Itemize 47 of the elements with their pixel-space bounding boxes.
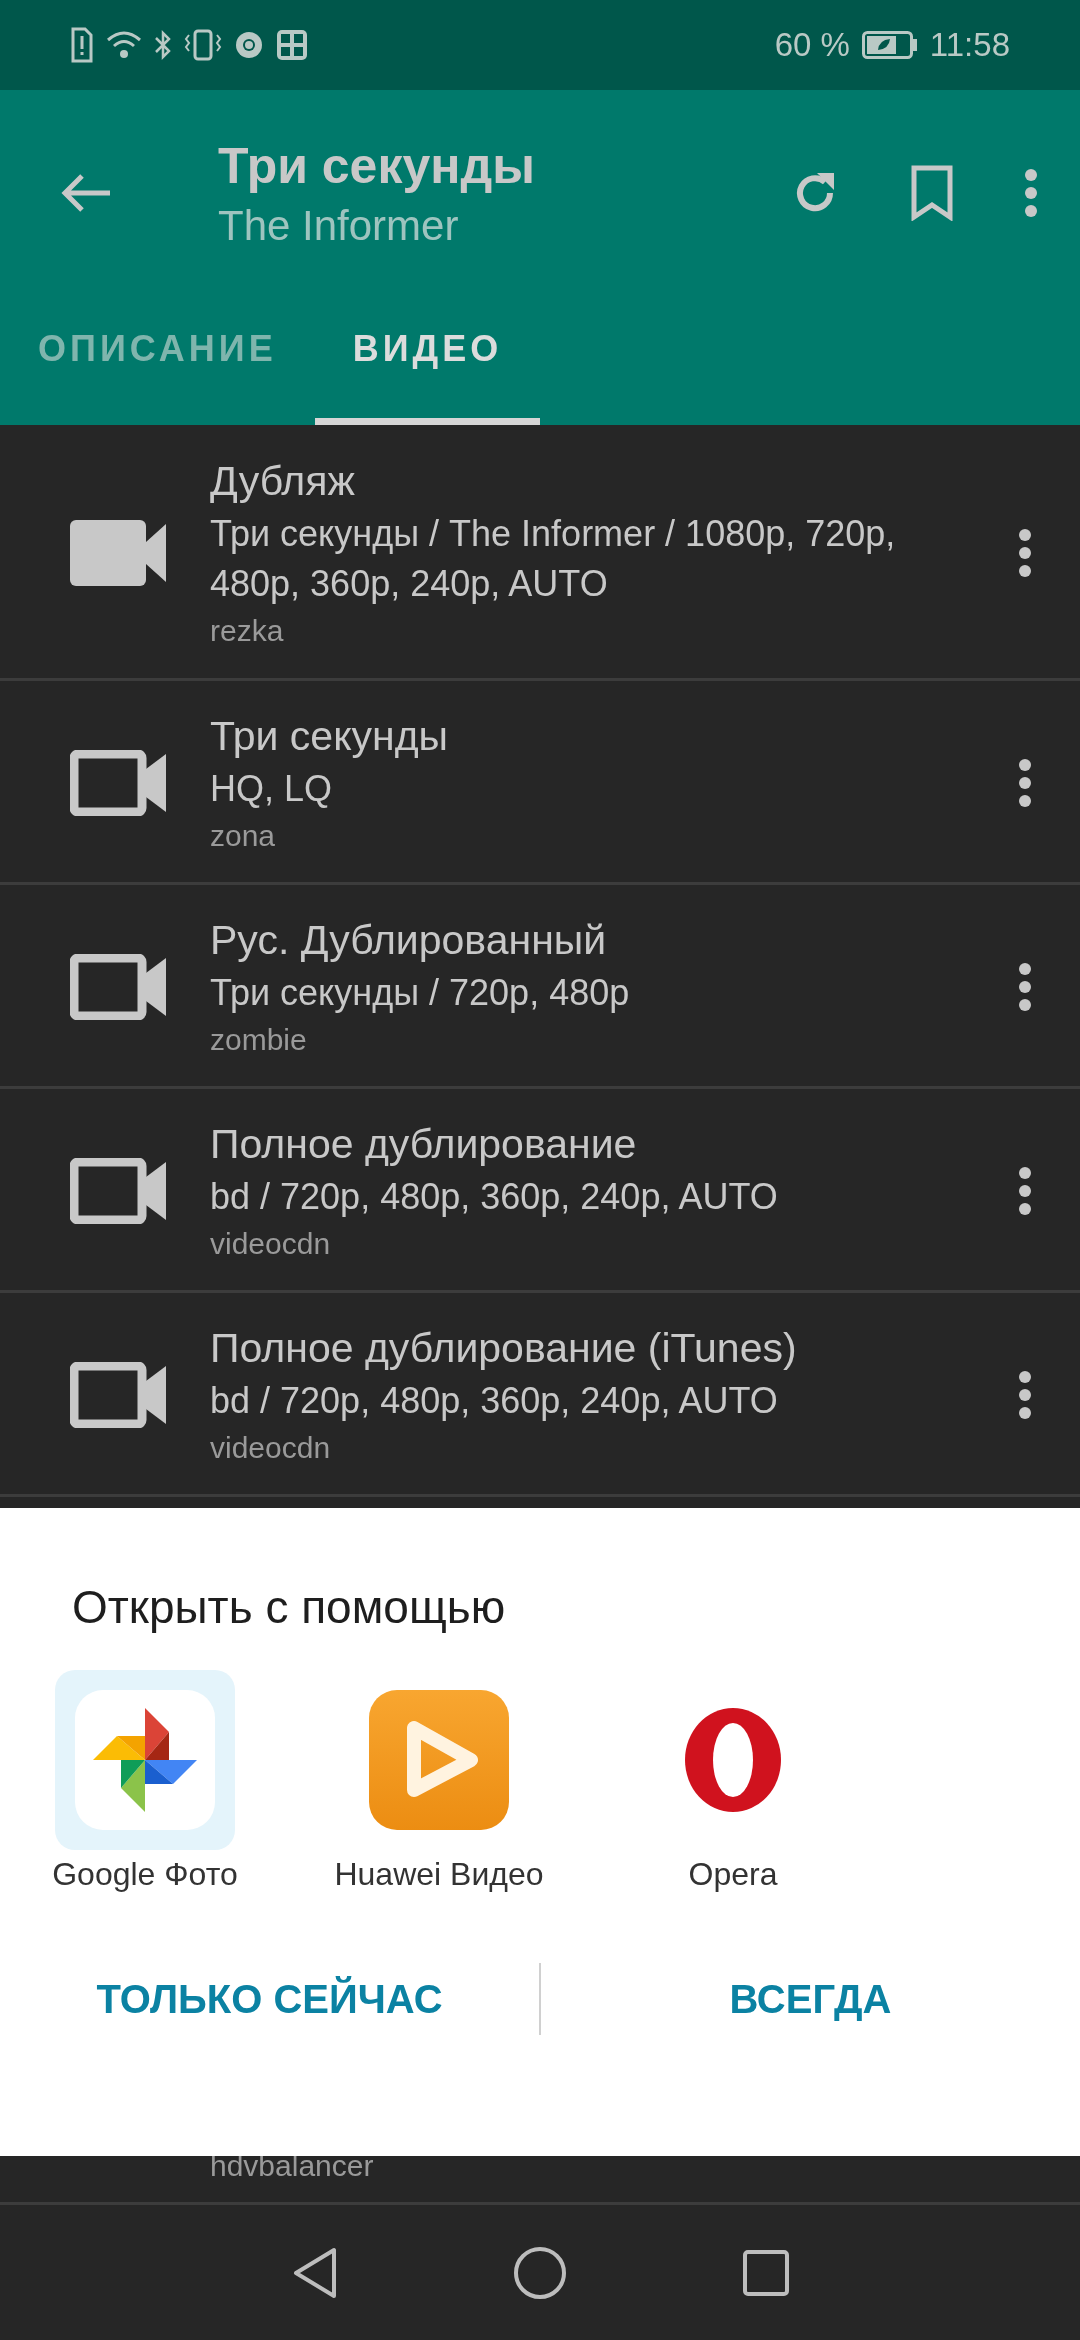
video-details: Три секунды / 720p, 480p <box>210 970 631 1015</box>
video-title: Полное дублирование (iTunes) <box>210 1323 798 1373</box>
bookmark-icon[interactable] <box>910 164 954 221</box>
app-option[interactable]: Opera <box>596 1670 870 1893</box>
home-icon[interactable] <box>513 2245 567 2300</box>
clock: 11:58 <box>929 26 1010 64</box>
video-title: Три секунды <box>210 711 450 761</box>
video-source: zombie <box>210 1021 308 1058</box>
video-source: videocdn <box>210 1225 332 1262</box>
wifi-icon <box>106 30 142 60</box>
tab[interactable]: ОПИСАНИЕ <box>0 288 315 425</box>
more-options-icon[interactable] <box>1018 1369 1032 1420</box>
sheet-title: Открыть с помощью <box>72 1580 507 1635</box>
video-details: HQ, LQ <box>210 766 334 811</box>
more-options-icon[interactable] <box>1018 1165 1032 1216</box>
sim-alert-icon <box>70 27 94 63</box>
battery-icon <box>861 31 918 59</box>
video-source: rezka <box>210 612 285 649</box>
browser-icon <box>234 30 264 60</box>
video-source: videocdn <box>210 1429 332 1466</box>
pinwheel-icon <box>55 1670 235 1850</box>
dialog-button[interactable]: ТОЛЬКО СЕЙЧАС <box>0 1966 539 2032</box>
app-grid-icon <box>276 29 308 61</box>
dialog-button[interactable]: ВСЕГДА <box>541 1966 1080 2032</box>
recent-apps-icon[interactable] <box>742 2248 790 2297</box>
video-title: Дубляж <box>210 456 356 506</box>
app-label: Huawei Видео <box>334 1856 544 1893</box>
video-source: zona <box>210 817 277 854</box>
app-option[interactable]: Huawei Видео <box>302 1670 576 1893</box>
app-label: Opera <box>688 1856 778 1893</box>
more-options-icon[interactable] <box>1018 757 1032 808</box>
video-details: Три секунды / The Informer / 1080p, 720p, 480p, 360p, 240p, AUTO <box>210 511 897 606</box>
bluetooth-icon <box>154 29 172 61</box>
more-options-icon[interactable] <box>1018 527 1032 578</box>
screen-subtitle: The Informer <box>218 200 460 251</box>
video-title: Рус. Дублированный <box>210 915 608 965</box>
tab[interactable]: ВИДЕО <box>314 288 541 425</box>
video-source: hdvbalancer <box>210 2148 374 2184</box>
screen-title: Три секунды <box>218 136 536 196</box>
video-details: bd / 720p, 480p, 360p, 240p, AUTO <box>210 1174 779 1219</box>
app-option[interactable]: Google Фото <box>8 1670 282 1893</box>
more-options-icon[interactable] <box>1018 961 1032 1012</box>
battery-percent: 60 % <box>774 26 850 64</box>
app-label: Google Фото <box>52 1856 238 1893</box>
vibrate-icon <box>184 29 222 61</box>
video-details: bd / 720p, 480p, 360p, 240p, AUTO <box>210 1378 779 1423</box>
video-title: Полное дублирование <box>210 1119 638 1169</box>
